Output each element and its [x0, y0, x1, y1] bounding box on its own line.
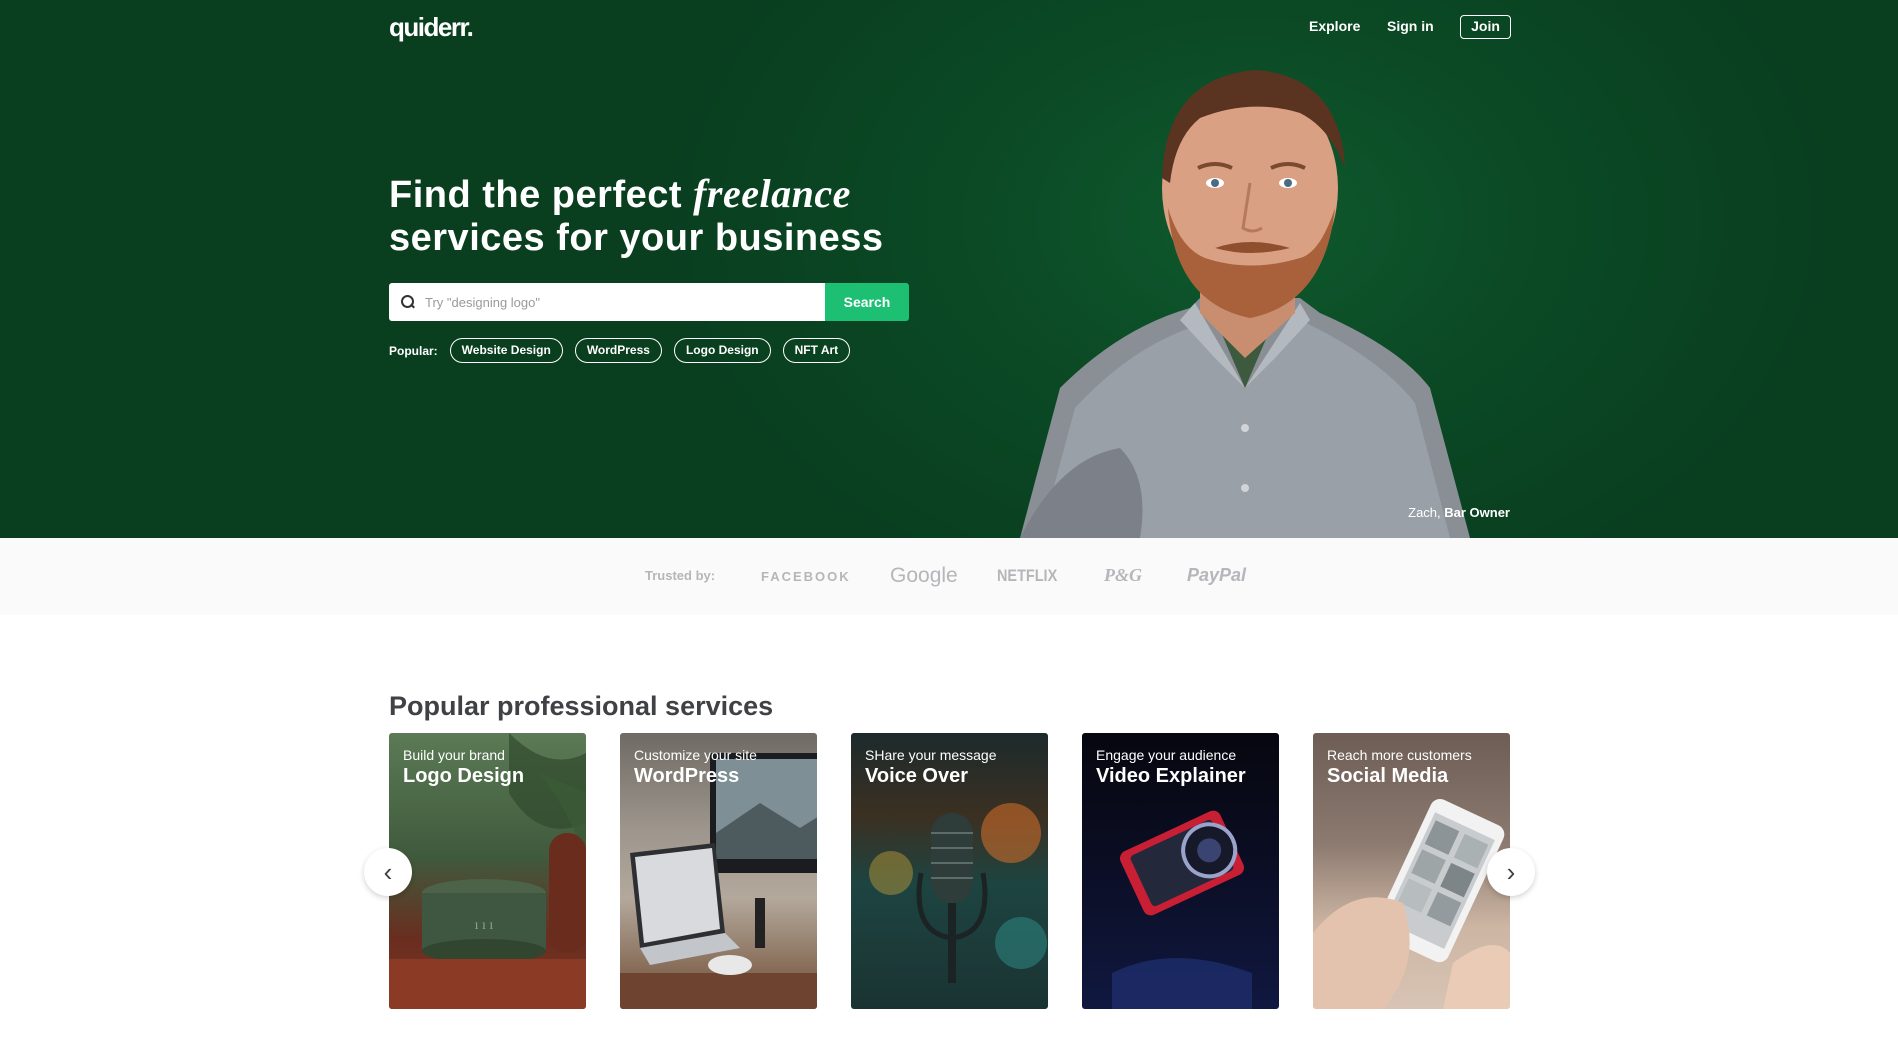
headline-part1: Find the perfect [389, 174, 694, 216]
hero-section: quiderr. Explore Sign in Join Find the p… [0, 0, 1898, 538]
card-title: Logo Design [403, 765, 525, 787]
brand-logo-facebook: FACEBOOK [761, 569, 851, 584]
brand-logo-netflix: NETFLIX [997, 566, 1058, 585]
search-icon [401, 295, 415, 309]
services-section-title: Popular professional services [389, 691, 774, 721]
credit-name: Zach, [1408, 505, 1445, 520]
card-title: WordPress [634, 765, 740, 787]
card-title: Video Explainer [1096, 765, 1246, 787]
card-subtitle: Reach more customers [1327, 747, 1472, 763]
popular-tag-nft-art[interactable]: NFT Art [782, 338, 851, 363]
card-subtitle: SHare your message [865, 747, 997, 763]
hero-person-image [1020, 70, 1470, 538]
service-card-video-explainer[interactable]: Engage your audience Video Explainer [1082, 733, 1279, 1009]
card-title: Social Media [1327, 765, 1449, 787]
trusted-label: Trusted by: [645, 568, 716, 583]
service-card-voice-over[interactable]: SHare your message Voice Over [851, 733, 1048, 1009]
popular-tag-website-design[interactable]: Website Design [449, 338, 563, 363]
card-subtitle: Customize your site [634, 747, 757, 763]
credit-role: Bar Owner [1444, 505, 1510, 520]
brand-logo-google: Google [890, 564, 958, 587]
card-title: Voice Over [865, 765, 969, 787]
site-logo[interactable]: quiderr. [389, 12, 474, 43]
search-input[interactable] [425, 294, 805, 310]
search-box [389, 283, 825, 321]
popular-tags: Popular: Website Design WordPress Logo D… [389, 338, 862, 363]
headline-part2: services for your business [389, 217, 884, 259]
card-subtitle: Build your brand [403, 747, 505, 763]
service-card-logo-design[interactable]: ı ı ı Build your brand Logo Design [389, 733, 586, 1009]
popular-tag-wordpress[interactable]: WordPress [574, 338, 662, 363]
carousel-prev-button[interactable]: ‹ [364, 848, 412, 896]
search-button[interactable]: Search [825, 283, 909, 321]
chevron-left-icon: ‹ [383, 856, 393, 887]
popular-label: Popular: [389, 343, 438, 358]
service-card-social-media[interactable]: Reach more customers Social Media [1313, 733, 1510, 1009]
top-navigation: quiderr. Explore Sign in Join [0, 0, 1898, 54]
nav-signin-link[interactable]: Sign in [1387, 18, 1434, 34]
trusted-by-bar: Trusted by: FACEBOOK Google NETFLIX P&G … [0, 538, 1898, 615]
carousel-next-button[interactable]: › [1487, 848, 1535, 896]
search-bar: Search [389, 283, 909, 321]
chevron-right-icon: › [1506, 856, 1516, 887]
join-button[interactable]: Join [1460, 15, 1511, 39]
service-card-wordpress[interactable]: Customize your site WordPress [620, 733, 817, 1009]
headline-italic: freelance [693, 171, 851, 216]
hero-headline: Find the perfect freelance services for … [389, 172, 884, 260]
brand-logo-pg: P&G [1104, 565, 1142, 585]
card-subtitle: Engage your audience [1096, 747, 1237, 763]
hero-credit: Zach, Bar Owner [1408, 505, 1510, 520]
nav-explore-link[interactable]: Explore [1309, 18, 1360, 34]
brand-logo-paypal: PayPal [1187, 565, 1247, 585]
svg-text:ı ı ı: ı ı ı [475, 918, 494, 933]
popular-tag-logo-design[interactable]: Logo Design [673, 338, 771, 363]
